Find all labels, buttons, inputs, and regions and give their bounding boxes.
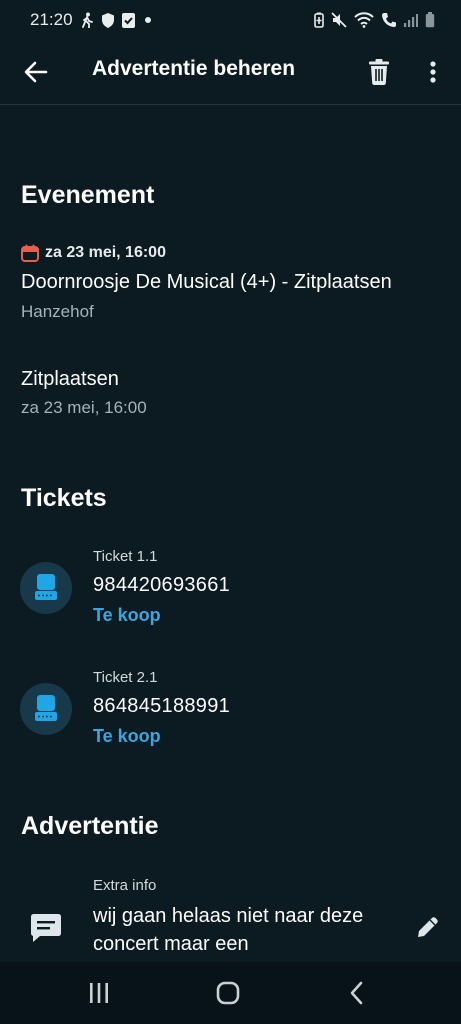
app-bar: Advertentie beheren [0, 40, 461, 105]
wifi-icon [354, 12, 374, 28]
event-section-title: Evenement [21, 181, 155, 209]
advert-section-title: Advertentie [21, 812, 159, 840]
delete-button[interactable] [362, 54, 396, 90]
home-icon [216, 981, 240, 1005]
event-venue: Hanzehof [21, 302, 94, 321]
extra-info-label: Extra info [93, 877, 157, 894]
calendar-icon [21, 244, 39, 262]
ticket-label: Ticket 2.1 [93, 669, 158, 686]
event-name: Doornroosje De Musical (4+) - Zitplaatse… [21, 271, 392, 293]
more-options-button[interactable] [418, 54, 448, 90]
edit-extra-info-button[interactable] [413, 912, 443, 942]
pencil-icon [418, 917, 438, 937]
trash-icon [369, 59, 389, 85]
shield-icon [102, 12, 114, 28]
ticket-number: 864845188991 [93, 695, 231, 717]
mute-icon [331, 12, 347, 28]
status-left-icons [80, 10, 153, 30]
system-navigation-bar [0, 962, 461, 1024]
recent-apps-icon [90, 983, 108, 1003]
ticket-status-link[interactable]: Te koop [93, 605, 161, 626]
signal-icon [404, 14, 418, 27]
status-time: 21:20 [30, 10, 73, 29]
ticket-category-date: za 23 mei, 16:00 [21, 398, 147, 417]
recent-apps-button[interactable] [79, 976, 119, 1010]
status-bar: 21:20 [0, 0, 461, 40]
comment-icon [26, 908, 66, 948]
status-right-icons [314, 10, 435, 30]
arrow-left-icon [24, 61, 48, 83]
ticket-status-link[interactable]: Te koop [93, 726, 161, 747]
tickets-section-title: Tickets [21, 484, 107, 512]
dot-icon [145, 17, 151, 23]
extra-info-text: wij gaan helaas niet naar deze concert m… [93, 905, 364, 955]
page-title: Advertentie beheren [92, 57, 296, 80]
home-button[interactable] [208, 976, 248, 1010]
event-date: za 23 mei, 16:00 [45, 244, 166, 261]
battery-icon [425, 12, 435, 28]
ticket-seat-icon [20, 562, 72, 614]
check-shield-icon [122, 12, 135, 28]
back-icon [350, 981, 363, 1005]
ticket-label: Ticket 1.1 [93, 548, 158, 565]
more-vertical-icon [430, 61, 436, 83]
system-back-button[interactable] [337, 976, 377, 1010]
event-date-row: za 23 mei, 16:00 [21, 244, 166, 262]
ticket-category-name: Zitplaatsen [21, 368, 119, 390]
call-icon [382, 13, 396, 27]
ticket-number: 984420693661 [93, 574, 231, 596]
battery-saver-icon [314, 12, 324, 28]
back-button[interactable] [18, 54, 54, 90]
ticket-seat-icon [20, 683, 72, 735]
walk-icon [82, 12, 93, 28]
